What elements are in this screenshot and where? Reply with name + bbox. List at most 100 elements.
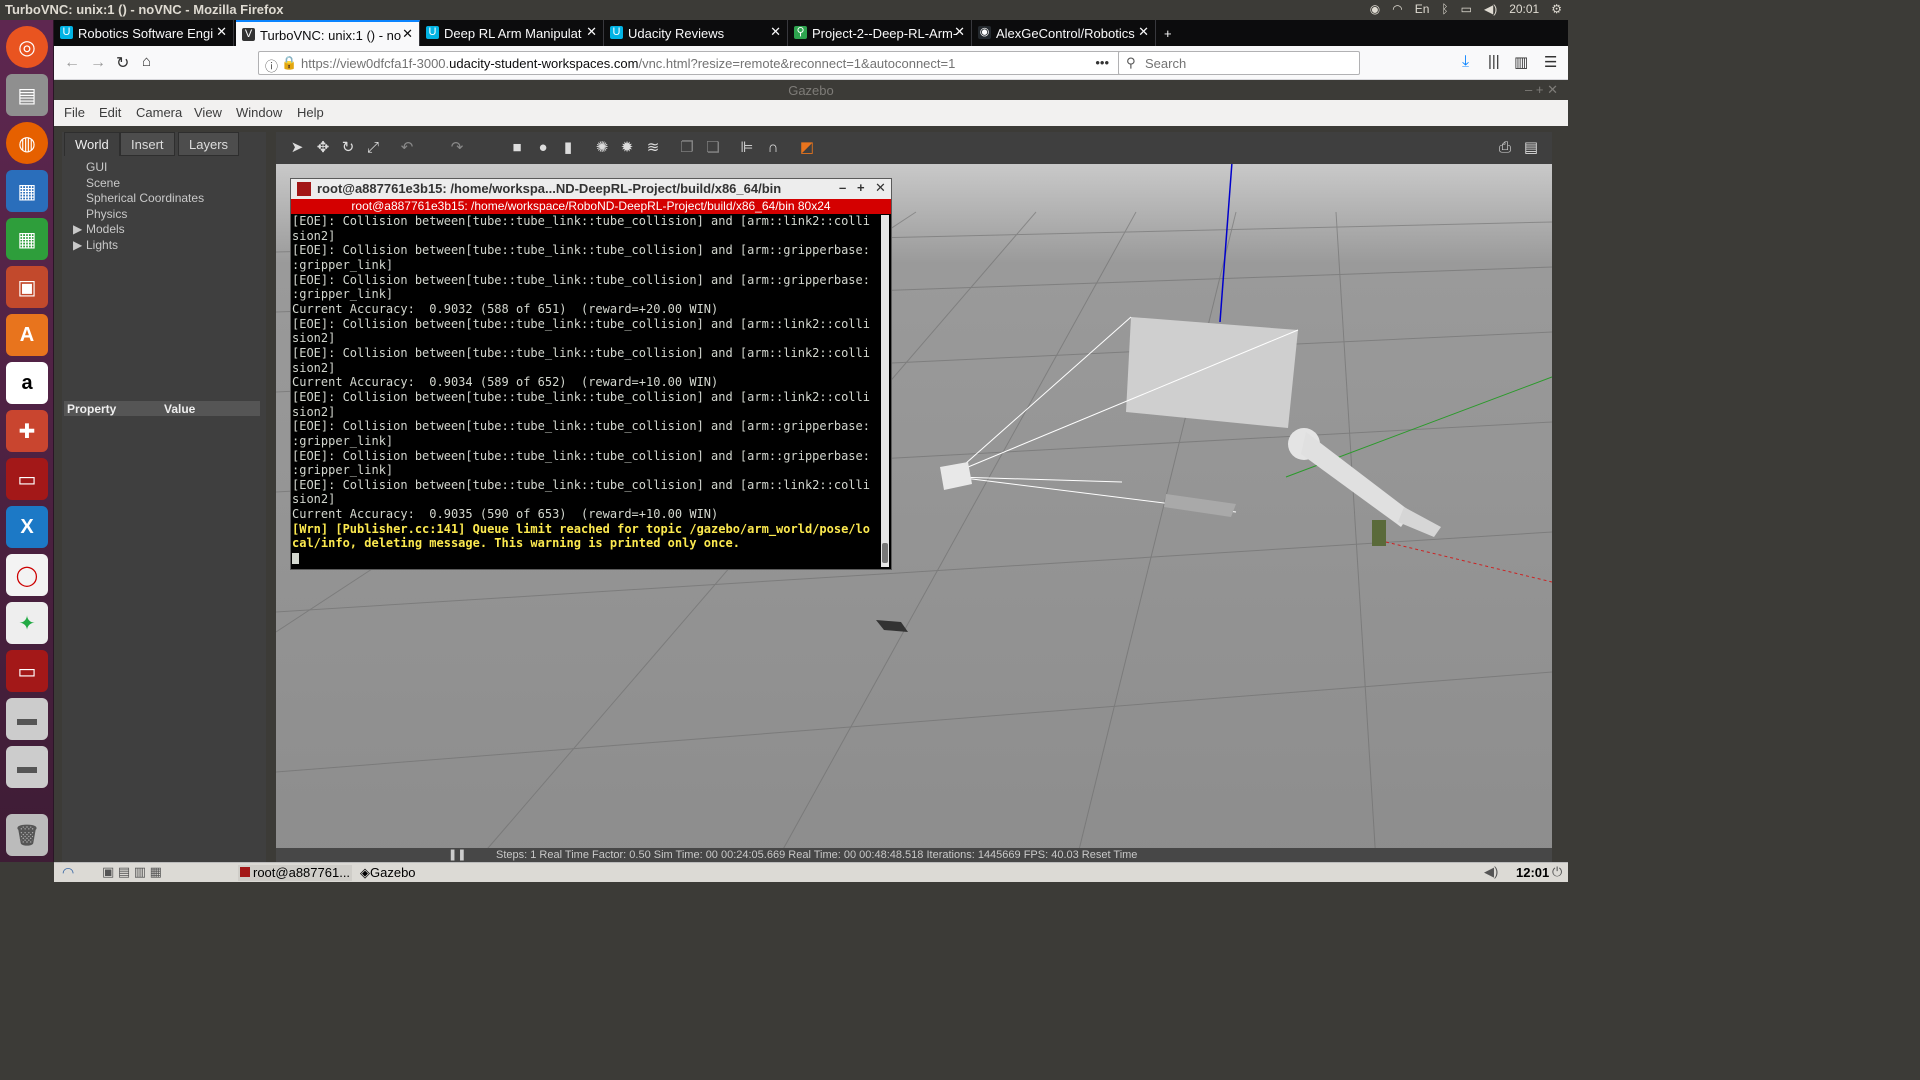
tab-insert[interactable]: Insert — [120, 132, 175, 156]
battery-icon[interactable]: ▭ — [1461, 2, 1472, 16]
tree-physics[interactable]: Physics — [86, 207, 127, 221]
search-input[interactable]: ⚲ Search — [1118, 51, 1360, 75]
expand-arrow-icon[interactable]: ▶ — [73, 238, 82, 252]
volume-icon[interactable]: ◀) — [1484, 864, 1498, 880]
log-icon[interactable]: ▤ — [1522, 139, 1540, 157]
start-icon[interactable]: ◠ — [62, 864, 74, 881]
menu-view[interactable]: View — [194, 105, 222, 120]
terminal-output[interactable]: [EOE]: Collision between[tube::tube_link… — [292, 214, 880, 564]
tab-layers[interactable]: Layers — [178, 132, 240, 156]
page-actions-icon[interactable]: ••• — [1095, 55, 1109, 70]
task-gazebo[interactable]: ◈Gazebo — [360, 865, 416, 881]
tree-gui[interactable]: GUI — [86, 160, 107, 174]
close-icon[interactable]: ✕ — [586, 24, 597, 40]
software-center-icon[interactable]: A — [6, 314, 48, 356]
drive-icon-2[interactable]: ▬ — [6, 746, 48, 788]
clock[interactable]: 20:01 — [1509, 2, 1539, 16]
download-icon[interactable]: ⤓ — [1462, 53, 1469, 71]
back-icon[interactable]: ← — [64, 54, 80, 72]
power-icon[interactable]: ⏻ — [1552, 864, 1562, 880]
close-icon[interactable]: ✕ — [216, 24, 227, 40]
select-mode-icon[interactable]: ➤ — [288, 139, 306, 157]
pause-icon[interactable]: ❚❚ — [448, 848, 466, 861]
files-icon[interactable]: ▤ — [6, 74, 48, 116]
tab-github[interactable]: ◉ AlexGeControl/Robotics ✕ — [972, 20, 1156, 46]
spot-light-icon[interactable]: ✹ — [618, 139, 636, 157]
close-icon[interactable]: ✕ — [875, 180, 886, 196]
terminal-scrollbar[interactable] — [881, 215, 889, 567]
align-icon[interactable]: ⊫ — [738, 139, 756, 157]
scale-mode-icon[interactable]: ⤢ — [364, 139, 382, 157]
tree-lights[interactable]: ▶ Lights — [73, 238, 118, 252]
menu-window[interactable]: Window — [236, 105, 282, 120]
ubuntu-dash-icon[interactable]: ◎ — [6, 26, 48, 68]
tab-robotics[interactable]: U Robotics Software Engi ✕ — [54, 20, 234, 46]
point-light-icon[interactable]: ✺ — [593, 139, 611, 157]
screenshot-icon[interactable]: ⎙ — [1496, 139, 1514, 157]
drive-icon[interactable]: ▬ — [6, 698, 48, 740]
expand-arrow-icon[interactable]: ▶ — [73, 222, 82, 236]
close-icon[interactable]: ✕ — [770, 24, 781, 40]
spyder-icon[interactable]: ✦ — [6, 602, 48, 644]
menu-icon[interactable]: ☰ — [1544, 53, 1557, 71]
url-bar[interactable]: ⓘ 🔒 https://view0dfcfa1f-3000.udacity-st… — [258, 51, 1168, 75]
tab-world[interactable]: World — [64, 132, 120, 156]
menu-help[interactable]: Help — [297, 105, 324, 120]
redo-icon[interactable]: ↷ — [448, 139, 466, 157]
home-icon[interactable]: ⌂ — [142, 53, 151, 70]
volume-icon[interactable]: ◀) — [1484, 2, 1497, 16]
close-icon[interactable]: ✕ — [1138, 24, 1149, 40]
turbovnc-icon-2[interactable]: ▭ — [6, 650, 48, 692]
bluetooth-icon[interactable]: ᛒ — [1441, 2, 1448, 16]
translate-mode-icon[interactable]: ✥ — [314, 139, 332, 157]
tab-turbovnc[interactable]: V TurboVNC: unix:1 () - no ✕ — [236, 20, 420, 46]
rotate-mode-icon[interactable]: ↻ — [339, 139, 357, 157]
impress-icon[interactable]: ▣ — [6, 266, 48, 308]
tab-deep-rl[interactable]: U Deep RL Arm Manipulat ✕ — [420, 20, 604, 46]
sidebar-icon[interactable]: ▥ — [1514, 53, 1528, 71]
scroll-thumb[interactable] — [882, 543, 888, 563]
settings-gear-icon[interactable]: ⚙ — [1551, 2, 1562, 16]
directional-light-icon[interactable]: ≋ — [644, 139, 662, 157]
cylinder-shape-icon[interactable]: ▮ — [559, 139, 577, 157]
terminal-window[interactable]: root@a887761e3b15: /home/workspa...ND-De… — [290, 178, 892, 570]
tree-spherical-coordinates[interactable]: Spherical Coordinates — [86, 191, 204, 205]
turbovnc-icon[interactable]: ▭ — [6, 458, 48, 500]
settings-icon[interactable]: ✚ — [6, 410, 48, 452]
tab-project[interactable]: ⚲ Project-2--Deep-RL-Arm- ✕ — [788, 20, 972, 46]
tree-scene[interactable]: Scene — [86, 176, 120, 190]
menu-file[interactable]: File — [64, 105, 85, 120]
sphere-shape-icon[interactable]: ● — [534, 139, 552, 157]
task-terminal[interactable]: root@a887761... — [238, 865, 352, 881]
new-tab-button[interactable]: + — [1156, 20, 1186, 46]
firefox-icon[interactable]: ◍ — [6, 122, 48, 164]
window-controls[interactable]: – + ✕ — [1525, 82, 1558, 98]
tab-udacity-reviews[interactable]: U Udacity Reviews ✕ — [604, 20, 788, 46]
snap-icon[interactable]: ∩ — [764, 139, 782, 157]
wifi-icon[interactable]: ◠ — [1392, 2, 1402, 16]
close-icon[interactable]: ✕ — [954, 24, 965, 40]
terminal-titlebar[interactable]: root@a887761e3b15: /home/workspa...ND-De… — [291, 179, 891, 199]
calc-icon[interactable]: ▦ — [6, 218, 48, 260]
view-angle-icon[interactable]: ◩ — [798, 139, 816, 157]
quick-launch-icons[interactable]: ▣ ▤ ▥ ▦ — [102, 864, 162, 880]
paste-icon[interactable]: ❏ — [704, 139, 722, 157]
minimize-icon[interactable]: – — [839, 180, 846, 195]
trash-icon[interactable]: 🗑 — [6, 814, 48, 856]
app-icon[interactable]: ◯ — [6, 554, 48, 596]
undo-icon[interactable]: ↶ — [398, 139, 416, 157]
system-tray[interactable]: ◉ ◠ En ᛒ ▭ ◀) 20:01 ⚙ — [1370, 2, 1562, 16]
chrome-icon[interactable]: ◉ — [1370, 2, 1380, 16]
close-icon[interactable]: ✕ — [402, 26, 413, 42]
writer-icon[interactable]: ▦ — [6, 170, 48, 212]
library-icon[interactable]: ||| — [1488, 53, 1500, 70]
maximize-icon[interactable]: + — [857, 180, 865, 195]
copy-icon[interactable]: ❐ — [678, 139, 696, 157]
vscode-icon[interactable]: X — [6, 506, 48, 548]
tree-models[interactable]: ▶ Models — [73, 222, 125, 236]
forward-icon[interactable]: → — [90, 54, 106, 72]
reload-icon[interactable]: ↻ — [116, 53, 129, 73]
menu-edit[interactable]: Edit — [99, 105, 121, 120]
menu-camera[interactable]: Camera — [136, 105, 182, 120]
info-icon[interactable]: ⓘ — [265, 56, 278, 75]
